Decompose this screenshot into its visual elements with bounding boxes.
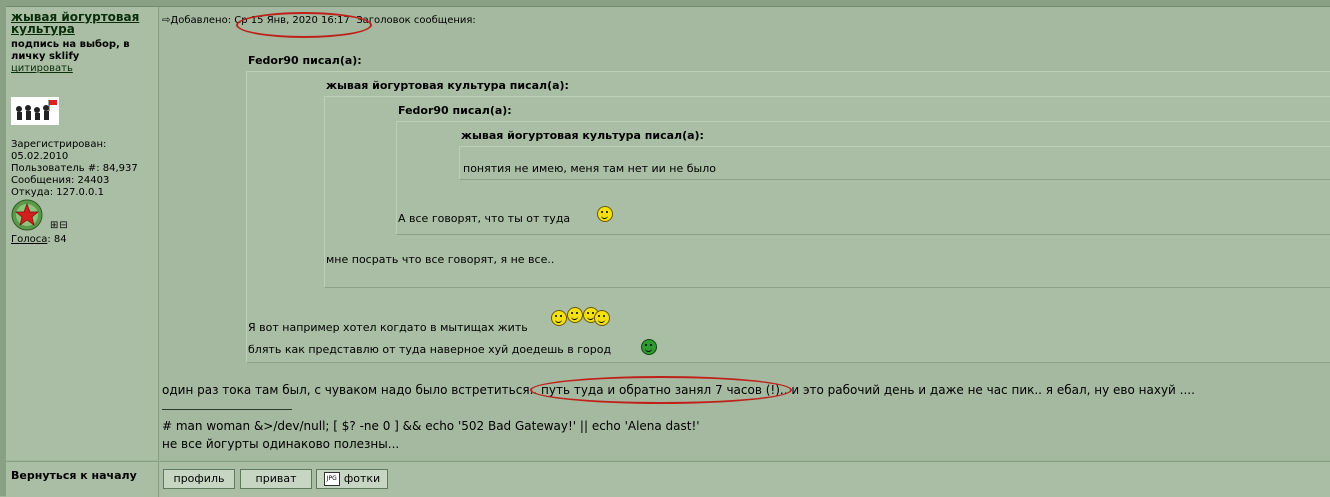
votes-value: : 84 [47,234,67,245]
registered-label: Зарегистрирован: [11,139,107,150]
registered-date: 05.02.2010 [11,151,69,162]
quote-1-author: Fedor90 писал(а): [248,54,362,67]
post-count: Сообщения: 24403 [11,175,110,186]
author-name-link[interactable]: жывая йогуртовая культура [11,11,156,35]
quote-4-author: жывая йогуртовая культура писал(а): [461,129,704,142]
location: Откуда: 127.0.0.1 [11,187,104,198]
quote-1-line-1: Я вот например хотел когдато в мытищах ж… [248,321,528,334]
footer-divider [158,462,159,497]
added-label: Добавлено: [170,15,232,26]
post-panel: ⇨Добавлено: Ср 15 Янв, 2020 16:17 Заголо… [159,7,1330,460]
plus-minus-icon[interactable]: ⊞⊟ [50,221,69,231]
post-footer: Вернуться к началу профиль приват JPG фот… [6,461,1330,497]
signature-separator [162,409,292,411]
quote-3-author: Fedor90 писал(а): [398,104,512,117]
signature-line-1: # man woman &>/dev/null; [ $? -ne 0 ] &&… [162,419,700,433]
user-number: Пользователь #: 84,937 [11,163,138,174]
private-message-button[interactable]: приват [240,469,312,489]
beer-mug-1-icon [567,307,583,323]
quote-2-author: жывая йогуртовая культура писал(а): [326,79,569,92]
avatar-image [11,97,59,125]
photos-button-label: фотки [343,472,381,485]
top-border [0,0,1330,7]
smiley-sick-icon [641,339,657,355]
quote-3-text: А все говорят, что ты от туда [398,212,571,225]
quote-1-line-2: блять как представлю от туда наверное ху… [248,343,612,356]
votes: Голоса: 84 [11,234,67,245]
subject-label: Заголовок сообщения: [356,15,476,26]
jpg-file-icon: JPG [323,472,340,486]
votes-link[interactable]: Голоса [11,234,47,245]
star-badge-icon [11,199,43,231]
author-signature: подпись на выбор, в личку sklify [11,39,130,62]
red-annotation-date [236,12,372,38]
smiley-beer-2-icon [594,310,610,326]
smiley-beer-1-icon [551,310,567,326]
profile-button[interactable]: профиль [163,469,235,489]
quote-2-text: мне посрать что все говорят, я не все.. [326,253,555,266]
author-panel: жывая йогуртовая культура подпись на выб… [6,7,159,460]
user-info: Зарегистрирован: 05.02.2010 Пользователь… [11,139,138,199]
avatar [11,97,59,125]
back-to-top-link[interactable]: Вернуться к началу [11,469,137,482]
smiley-confused-icon [597,206,613,222]
quote-link[interactable]: цитировать [11,63,73,74]
signature-line-2: не все йогурты одинаково полезны... [162,437,400,451]
quote-4-text: понятия не имею, меня там нет ии не было [463,162,716,175]
red-annotation-duration [530,376,792,404]
photos-button[interactable]: JPG фотки [316,469,388,489]
